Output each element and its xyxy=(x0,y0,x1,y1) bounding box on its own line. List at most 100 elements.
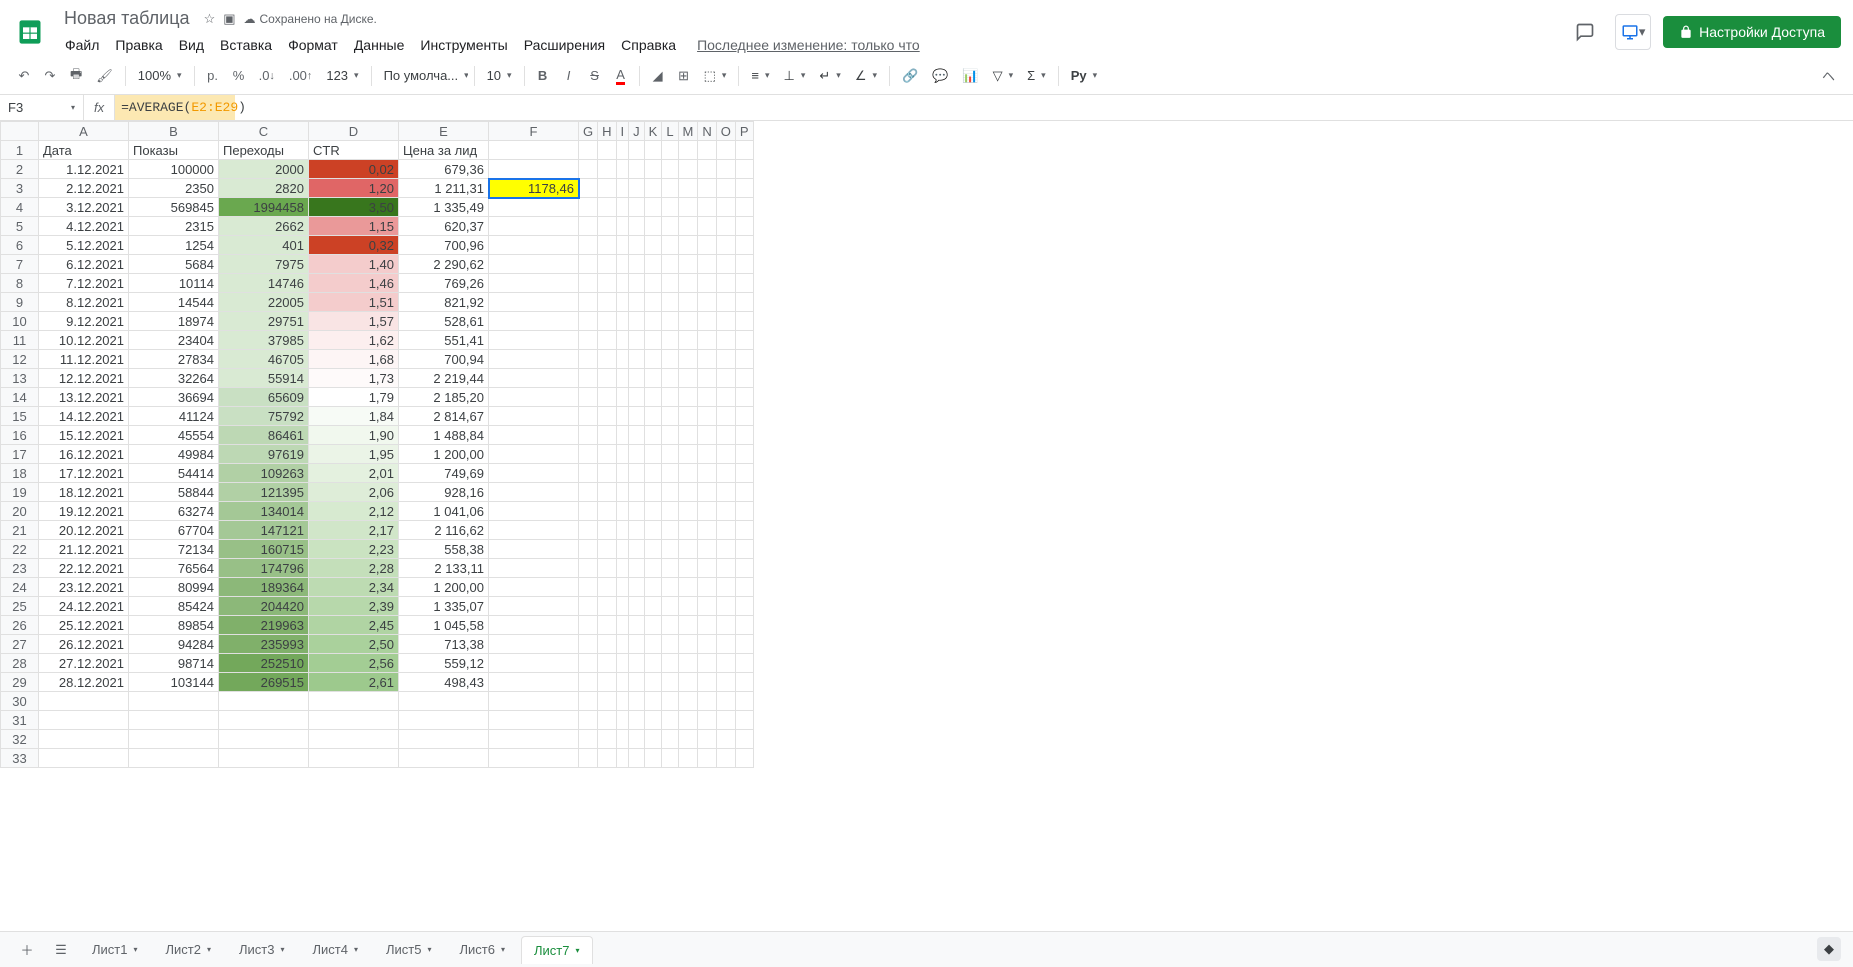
cell-B2[interactable]: 100000 xyxy=(129,160,219,179)
last-edit-link[interactable]: Последнее изменение: только что xyxy=(697,37,920,53)
cell-O4[interactable] xyxy=(716,198,735,217)
cell-J26[interactable] xyxy=(629,616,645,635)
cell-O33[interactable] xyxy=(716,749,735,768)
cell-G14[interactable] xyxy=(579,388,598,407)
cell-N21[interactable] xyxy=(698,521,716,540)
cell-H32[interactable] xyxy=(598,730,616,749)
cell-L29[interactable] xyxy=(662,673,678,692)
cell-O17[interactable] xyxy=(716,445,735,464)
cell-M13[interactable] xyxy=(678,369,698,388)
cell-E32[interactable] xyxy=(399,730,489,749)
sheet-tab-Лист2[interactable]: Лист2 xyxy=(154,936,224,964)
cell-O2[interactable] xyxy=(716,160,735,179)
cell-E25[interactable]: 1 335,07 xyxy=(399,597,489,616)
cell-G22[interactable] xyxy=(579,540,598,559)
cell-O28[interactable] xyxy=(716,654,735,673)
sheet-tab-Лист1[interactable]: Лист1 xyxy=(80,936,150,964)
cell-H18[interactable] xyxy=(598,464,616,483)
cell-G11[interactable] xyxy=(579,331,598,350)
cell-J17[interactable] xyxy=(629,445,645,464)
cell-I3[interactable] xyxy=(616,179,629,198)
name-box[interactable]: F3 xyxy=(0,95,84,120)
cell-J24[interactable] xyxy=(629,578,645,597)
cell-L16[interactable] xyxy=(662,426,678,445)
cell-A3[interactable]: 2.12.2021 xyxy=(39,179,129,198)
cell-G32[interactable] xyxy=(579,730,598,749)
cell-B28[interactable]: 98714 xyxy=(129,654,219,673)
cell-H16[interactable] xyxy=(598,426,616,445)
cell-J12[interactable] xyxy=(629,350,645,369)
cell-N8[interactable] xyxy=(698,274,716,293)
cell-I5[interactable] xyxy=(616,217,629,236)
cell-A19[interactable]: 18.12.2021 xyxy=(39,483,129,502)
cell-E13[interactable]: 2 219,44 xyxy=(399,369,489,388)
cell-D28[interactable]: 2,56 xyxy=(309,654,399,673)
cell-K31[interactable] xyxy=(644,711,662,730)
cell-H11[interactable] xyxy=(598,331,616,350)
cell-G4[interactable] xyxy=(579,198,598,217)
sheet-tab-Лист7[interactable]: Лист7 xyxy=(521,936,593,964)
cell-O18[interactable] xyxy=(716,464,735,483)
col-header-O[interactable]: O xyxy=(716,122,735,141)
explore-button[interactable]: ◆ xyxy=(1817,937,1841,961)
cell-B15[interactable]: 41124 xyxy=(129,407,219,426)
cell-L32[interactable] xyxy=(662,730,678,749)
cell-P21[interactable] xyxy=(735,521,753,540)
cell-L31[interactable] xyxy=(662,711,678,730)
cell-K32[interactable] xyxy=(644,730,662,749)
cell-G13[interactable] xyxy=(579,369,598,388)
cell-P19[interactable] xyxy=(735,483,753,502)
cell-H3[interactable] xyxy=(598,179,616,198)
cell-F2[interactable] xyxy=(489,160,579,179)
cell-L2[interactable] xyxy=(662,160,678,179)
cell-L14[interactable] xyxy=(662,388,678,407)
cell-F20[interactable] xyxy=(489,502,579,521)
cell-N28[interactable] xyxy=(698,654,716,673)
cell-I15[interactable] xyxy=(616,407,629,426)
cell-B4[interactable]: 569845 xyxy=(129,198,219,217)
cell-F26[interactable] xyxy=(489,616,579,635)
row-header-22[interactable]: 22 xyxy=(1,540,39,559)
cell-C11[interactable]: 37985 xyxy=(219,331,309,350)
row-header-20[interactable]: 20 xyxy=(1,502,39,521)
italic-button[interactable]: I xyxy=(557,63,581,89)
cell-I24[interactable] xyxy=(616,578,629,597)
filter-dropdown[interactable]: ▽ xyxy=(987,64,1020,88)
cell-G18[interactable] xyxy=(579,464,598,483)
cell-H30[interactable] xyxy=(598,692,616,711)
cell-P16[interactable] xyxy=(735,426,753,445)
cell-M24[interactable] xyxy=(678,578,698,597)
cell-L24[interactable] xyxy=(662,578,678,597)
cell-D27[interactable]: 2,50 xyxy=(309,635,399,654)
cell-G5[interactable] xyxy=(579,217,598,236)
cell-E4[interactable]: 1 335,49 xyxy=(399,198,489,217)
cell-G6[interactable] xyxy=(579,236,598,255)
sheet-tab-Лист3[interactable]: Лист3 xyxy=(227,936,297,964)
cell-G1[interactable] xyxy=(579,141,598,160)
cell-N4[interactable] xyxy=(698,198,716,217)
cell-E15[interactable]: 2 814,67 xyxy=(399,407,489,426)
cell-K27[interactable] xyxy=(644,635,662,654)
cell-M18[interactable] xyxy=(678,464,698,483)
cell-O27[interactable] xyxy=(716,635,735,654)
cell-P29[interactable] xyxy=(735,673,753,692)
cell-E10[interactable]: 528,61 xyxy=(399,312,489,331)
cell-L20[interactable] xyxy=(662,502,678,521)
cell-F16[interactable] xyxy=(489,426,579,445)
cell-E6[interactable]: 700,96 xyxy=(399,236,489,255)
row-header-12[interactable]: 12 xyxy=(1,350,39,369)
cell-K14[interactable] xyxy=(644,388,662,407)
cell-M25[interactable] xyxy=(678,597,698,616)
cell-M10[interactable] xyxy=(678,312,698,331)
cell-H26[interactable] xyxy=(598,616,616,635)
cell-N20[interactable] xyxy=(698,502,716,521)
cell-D3[interactable]: 1,20 xyxy=(309,179,399,198)
cell-O23[interactable] xyxy=(716,559,735,578)
cell-D10[interactable]: 1,57 xyxy=(309,312,399,331)
cell-I13[interactable] xyxy=(616,369,629,388)
row-header-10[interactable]: 10 xyxy=(1,312,39,331)
cell-B13[interactable]: 32264 xyxy=(129,369,219,388)
cell-F3[interactable]: 1178,46 xyxy=(489,179,579,198)
cell-F5[interactable] xyxy=(489,217,579,236)
cell-I29[interactable] xyxy=(616,673,629,692)
